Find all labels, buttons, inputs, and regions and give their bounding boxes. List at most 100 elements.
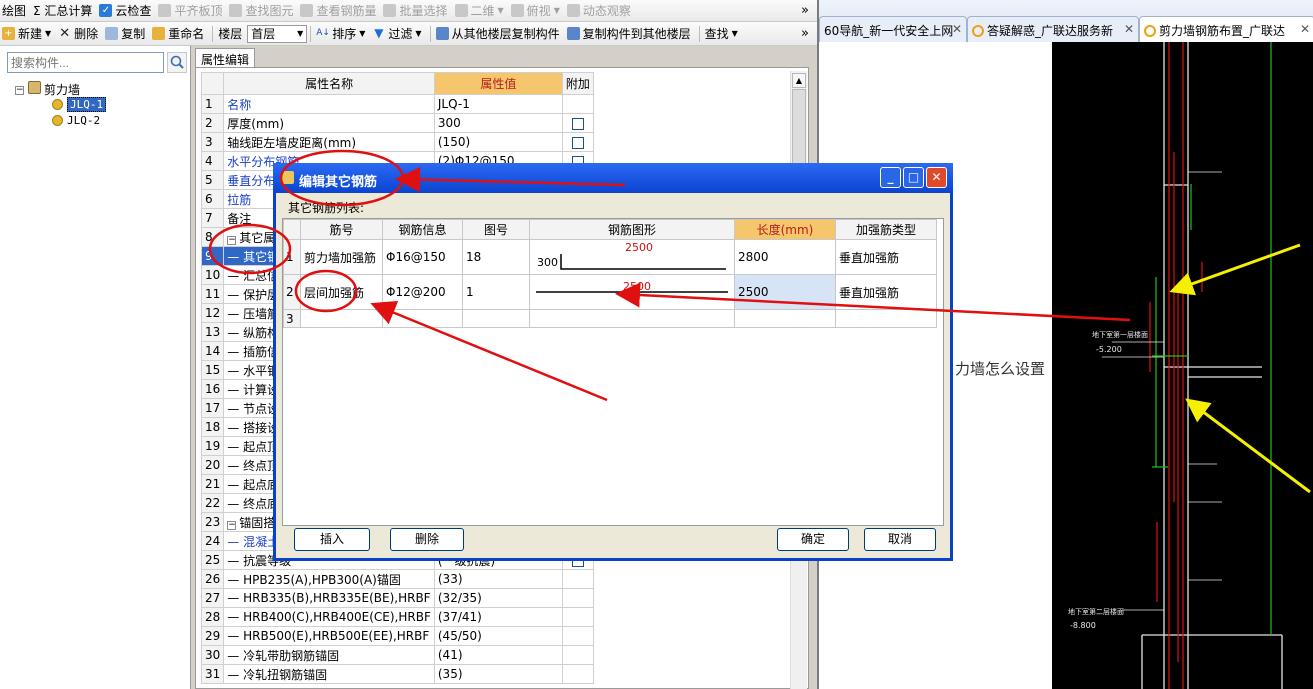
extra-checkbox[interactable] xyxy=(571,117,584,130)
toolbar-overflow-button[interactable]: » xyxy=(801,3,809,18)
property-row[interactable]: 27— HRB335(B),HRB335E(BE),HRBF (32/35) xyxy=(200,588,594,608)
property-name-cell[interactable]: — 冷轧扭钢筋锚固 xyxy=(223,664,435,684)
property-value-cell[interactable]: (33) xyxy=(433,569,563,589)
tree-root-shear-wall[interactable]: − 剪力墙 xyxy=(15,81,80,98)
property-name-cell[interactable]: 名称 xyxy=(223,94,435,114)
maximize-icon[interactable]: □ xyxy=(903,167,924,188)
summary-calc-button[interactable]: Σ 汇总计算 xyxy=(31,1,97,21)
browser-tab-qa[interactable]: 答疑解惑_广联达服务新 ✕ xyxy=(967,16,1139,42)
cloud-check-button[interactable]: ✓ 云检查 xyxy=(97,1,156,21)
rebar-info-cell[interactable]: Φ16@150 xyxy=(382,239,463,275)
batch-select-button[interactable]: 批量选择 xyxy=(381,1,452,21)
reinforcement-type-cell[interactable]: 垂直加强筋 xyxy=(835,239,937,275)
new-button[interactable]: + 新建 ▼ xyxy=(0,24,56,44)
minimize-icon[interactable]: _ xyxy=(880,167,901,188)
extra-checkbox[interactable] xyxy=(571,136,584,149)
property-row[interactable]: 31— 冷轧扭钢筋锚固 (35) xyxy=(200,664,594,684)
row-number: 2 xyxy=(200,113,225,133)
length-cell[interactable]: 2800 xyxy=(734,239,836,275)
figure-number-cell[interactable]: 1 xyxy=(462,274,530,310)
find-button[interactable]: 查找 ▼ xyxy=(703,24,743,44)
property-row[interactable]: 26— HPB235(A),HPB300(A)锚固 (33) xyxy=(200,569,594,589)
collapse-icon[interactable]: − xyxy=(15,86,24,95)
property-row[interactable]: 3 轴线距左墙皮距离(mm) (150) xyxy=(200,132,594,152)
length-cell[interactable] xyxy=(734,309,836,328)
property-name-cell[interactable]: 厚度(mm) xyxy=(223,113,435,133)
2d-dropdown[interactable]: 二维 ▼ xyxy=(453,1,509,21)
copy-from-other-floor-button[interactable]: 从其他楼层复制构件 xyxy=(434,24,565,44)
find-element-button[interactable]: 查找图元 xyxy=(227,1,298,21)
rebar-shape-cell[interactable] xyxy=(529,309,735,328)
toolbar-item-draw[interactable]: 绘图 xyxy=(0,1,31,21)
top-view-dropdown[interactable]: 俯视 ▼ xyxy=(509,1,565,21)
rebar-shape-cell[interactable]: 300 2500 xyxy=(529,239,735,275)
browser-tab-active[interactable]: 剪力墙钢筋布置_广联达 ✕ xyxy=(1139,16,1313,43)
property-name-cell[interactable]: — HRB400(C),HRB400E(CE),HRBF xyxy=(223,607,435,627)
rebar-row[interactable]: 2 层间加强筋 Φ12@200 1 2500 2500 垂直加强筋 xyxy=(283,274,937,310)
property-value-cell[interactable]: 300 xyxy=(433,113,563,133)
property-row[interactable]: 28— HRB400(C),HRB400E(CE),HRBF (37/41) xyxy=(200,607,594,627)
filter-button[interactable]: ▼ 过滤 ▼ xyxy=(370,24,426,44)
rebar-shape-cell[interactable]: 2500 xyxy=(529,274,735,310)
sort-button[interactable]: A↓ 排序 ▼ xyxy=(314,24,370,44)
tab-close-icon[interactable]: ✕ xyxy=(1300,22,1310,36)
bar-number-cell[interactable]: 剪力墙加强筋 xyxy=(300,239,383,275)
property-name-cell[interactable]: — HRB335(B),HRB335E(BE),HRBF xyxy=(223,588,435,608)
rebar-list-label: 其它钢筋列表: xyxy=(288,201,365,215)
property-row[interactable]: 2 厚度(mm) 300 xyxy=(200,113,594,133)
property-value-cell[interactable]: (41) xyxy=(433,645,563,665)
rebar-row[interactable]: 1 剪力墙加强筋 Φ16@150 18 300 2500 2800 垂直加强筋 xyxy=(283,239,937,275)
rebar-row[interactable]: 3 xyxy=(283,309,937,328)
property-name-cell[interactable]: — HRB500(E),HRB500E(EE),HRBF xyxy=(223,626,435,646)
bar-number-cell[interactable] xyxy=(300,309,383,328)
search-button[interactable] xyxy=(167,52,187,73)
copy-to-other-floor-button[interactable]: 复制构件到其他楼层 xyxy=(565,24,696,44)
tab-close-icon[interactable]: ✕ xyxy=(952,22,962,36)
group-collapse-icon[interactable]: − xyxy=(227,235,237,245)
component-search-input[interactable] xyxy=(7,52,164,73)
delete-button[interactable]: ✕ 删除 xyxy=(56,24,103,44)
property-value-cell[interactable]: JLQ-1 xyxy=(433,94,563,114)
bar-number-cell[interactable]: 层间加强筋 xyxy=(300,274,383,310)
property-value-cell[interactable]: (37/41) xyxy=(433,607,563,627)
tab-close-icon[interactable]: ✕ xyxy=(1124,22,1134,36)
tree-item-jlq-1[interactable]: JLQ-1 xyxy=(52,97,107,112)
property-value-cell[interactable]: (45/50) xyxy=(433,626,563,646)
reinforcement-type-cell[interactable] xyxy=(835,309,937,328)
copy-button[interactable]: 复制 xyxy=(103,24,150,44)
scroll-up-icon[interactable]: ▲ xyxy=(792,73,806,88)
tab-property-edit[interactable]: 属性编辑 xyxy=(195,48,255,68)
ok-button[interactable]: 确定 xyxy=(777,528,849,551)
property-value-cell[interactable]: (150) xyxy=(433,132,563,152)
dynamic-orbit-button[interactable]: 动态观察 xyxy=(565,1,636,21)
dialog-title-bar[interactable]: 编辑其它钢筋 _ □ ✕ xyxy=(273,163,953,193)
property-value-cell[interactable]: (35) xyxy=(433,664,563,684)
toolbar-overflow-button[interactable]: » xyxy=(801,26,809,41)
group-collapse-icon[interactable]: − xyxy=(227,520,237,530)
rebar-info-cell[interactable] xyxy=(382,309,463,328)
property-name-cell[interactable]: — 冷轧带肋钢筋锚固 xyxy=(223,645,435,665)
property-row[interactable]: 30— 冷轧带肋钢筋锚固 (41) xyxy=(200,645,594,665)
figure-number-cell[interactable] xyxy=(462,309,530,328)
rename-label: 重命名 xyxy=(168,27,205,41)
length-cell[interactable]: 2500 xyxy=(734,274,836,310)
insert-button[interactable]: 插入 xyxy=(294,528,370,551)
floor-select[interactable]: 首层 ▼ xyxy=(247,24,308,43)
property-name-cell[interactable]: — HPB235(A),HPB300(A)锚固 xyxy=(223,569,435,589)
property-name-cell[interactable]: 轴线距左墙皮距离(mm) xyxy=(223,132,435,152)
rebar-info-cell[interactable]: Φ12@200 xyxy=(382,274,463,310)
property-row[interactable]: 29— HRB500(E),HRB500E(EE),HRBF (45/50) xyxy=(200,626,594,646)
figure-number-cell[interactable]: 18 xyxy=(462,239,530,275)
align-slab-top-button[interactable]: 平齐板顶 xyxy=(156,1,227,21)
delete-row-button[interactable]: 删除 xyxy=(390,528,464,551)
view-rebar-amount-button[interactable]: 查看钢筋量 xyxy=(298,1,381,21)
property-value-cell[interactable]: (32/35) xyxy=(433,588,563,608)
wall-folder-icon xyxy=(28,81,41,94)
rename-button[interactable]: 重命名 xyxy=(150,24,209,44)
tree-item-jlq-2[interactable]: JLQ-2 xyxy=(52,113,100,127)
browser-tab-nav[interactable]: 60导航_新一代安全上网 ✕ xyxy=(819,16,967,42)
cancel-button[interactable]: 取消 xyxy=(864,528,936,551)
reinforcement-type-cell[interactable]: 垂直加强筋 xyxy=(835,274,937,310)
property-row[interactable]: 1 名称 JLQ-1 xyxy=(200,94,594,114)
close-icon[interactable]: ✕ xyxy=(926,167,947,188)
